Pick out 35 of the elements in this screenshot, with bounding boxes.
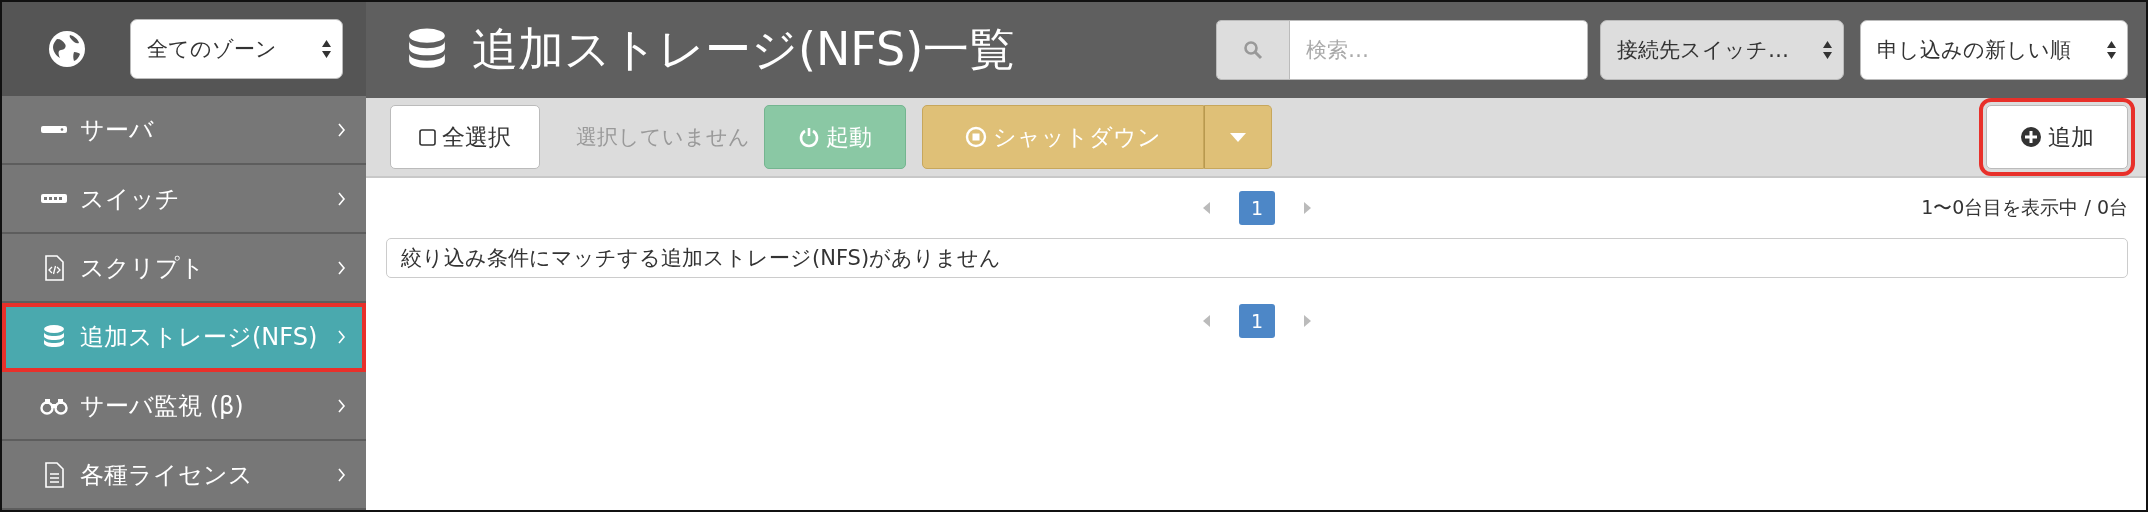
- sort-select[interactable]: 申し込みの新しい順: [1860, 20, 2128, 80]
- chevron-right-icon: [337, 467, 346, 482]
- plus-circle-icon: [2020, 126, 2042, 148]
- search-icon: [1243, 40, 1263, 60]
- server-icon: [41, 126, 67, 133]
- globe-icon: [48, 30, 86, 68]
- result-count: 1〜0台目を表示中 / 0台: [1921, 195, 2128, 220]
- search-field[interactable]: 検索…: [1216, 20, 1588, 80]
- prev-page-icon: [1203, 202, 1211, 214]
- page-button[interactable]: 1: [1239, 304, 1275, 338]
- switch-icon: [41, 194, 67, 203]
- caret-icon: [1230, 132, 1246, 142]
- selection-status: 選択していません: [576, 124, 750, 151]
- page-button[interactable]: 1: [1239, 191, 1275, 225]
- updown-icon: [1822, 40, 1833, 60]
- chevron-right-icon: [337, 122, 346, 137]
- select-all-button[interactable]: 全選択: [390, 105, 540, 169]
- empty-message: 絞り込み条件にマッチする追加ストレージ(NFS)がありません: [386, 238, 2128, 278]
- chevron-right-icon: [337, 398, 346, 413]
- page-title: 追加ストレージ(NFS)一覧: [472, 21, 1017, 78]
- updown-icon: [2106, 40, 2117, 60]
- next-page-icon: [1303, 315, 1311, 327]
- chevron-right-icon: [337, 329, 346, 344]
- sidebar-item[interactable]: 追加ストレージ(NFS): [2, 303, 366, 372]
- updown-icon: [321, 39, 332, 59]
- switch-select[interactable]: 接続先スイッチ…: [1600, 20, 1844, 80]
- zone-select[interactable]: 全てのゾーン: [130, 19, 343, 79]
- next-page-icon: [1303, 202, 1311, 214]
- power-icon: [798, 126, 820, 148]
- chevron-right-icon: [337, 191, 346, 206]
- stop-icon: [965, 126, 987, 148]
- checkbox-icon: [419, 128, 436, 146]
- dropdown-button[interactable]: [1204, 105, 1272, 169]
- prev-page-icon: [1203, 315, 1211, 327]
- chevron-right-icon: [337, 260, 346, 275]
